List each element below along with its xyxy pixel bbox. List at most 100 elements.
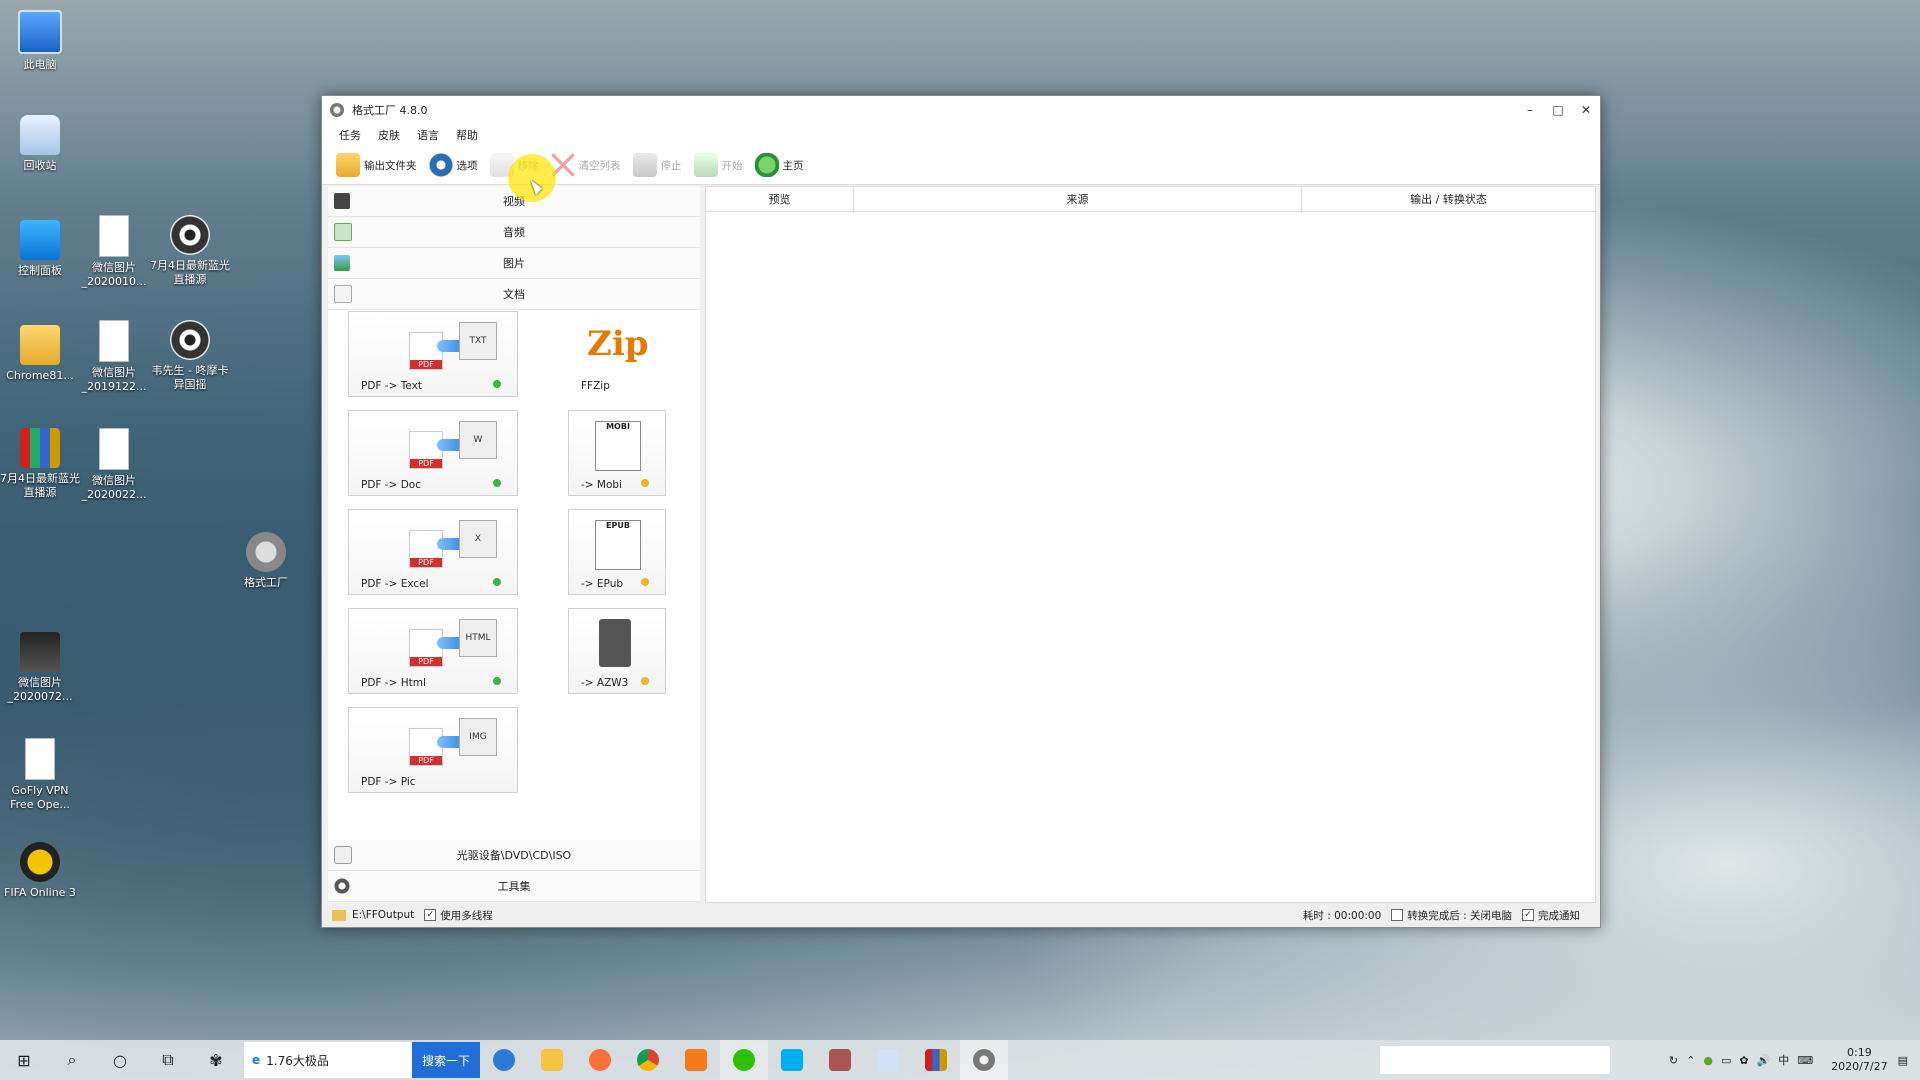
desktop-icon-wechat-image-4[interactable]: 微信图片_2020072... [0,632,80,704]
desktop-icon-bluray-source-2[interactable]: 7月4日最新蓝光直播源 [0,428,80,500]
format-factory-taskbar-icon[interactable] [960,1040,1009,1080]
desktop-icon-gofly-vpn[interactable]: GoFly VPN Free Ope... [0,738,80,812]
keyboard-icon[interactable]: ⌨ [1797,1054,1813,1067]
notify-label: 完成通知 [1538,909,1580,922]
cortana-icon[interactable]: ○ [96,1040,144,1080]
notify-checkbox[interactable]: ✓ [1522,909,1534,921]
edge-icon[interactable] [480,1040,528,1080]
category-picture[interactable]: 图片 [328,248,700,279]
tile-epub[interactable]: EPUB -> EPub [568,509,666,595]
menu-language[interactable]: 语言 [417,127,439,143]
clock[interactable]: 0:19 2020/7/27 [1831,1046,1887,1074]
after-convert-checkbox[interactable] [1391,909,1404,921]
desktop-icon-format-factory[interactable]: 格式工厂 [226,532,306,590]
tile-label: -> EPub [581,578,624,590]
output-path[interactable]: E:\FFOutput [352,909,414,921]
desktop-icon-label: 微信图片_2020010... [81,261,147,288]
address-input[interactable] [1380,1046,1610,1074]
game-icon[interactable] [816,1040,864,1080]
desktop-icon-label: 微信图片_2020022... [81,474,147,501]
file-icon [25,738,55,780]
tray-app-icon[interactable]: ✿ [1739,1054,1748,1067]
format-factory-window: 格式工厂 4.8.0 – □ ✕ 任务 皮肤 语言 帮助 输出文件夹 选项 移除… [321,95,1601,928]
task-list-panel[interactable]: 预览 来源 输出 / 转换状态 [705,186,1596,903]
maximize-button[interactable]: □ [1544,103,1572,117]
desktop-icon-music-file[interactable]: 韦先生 - 咚摩卡异国摇 [150,320,230,392]
tile-azw3[interactable]: -> AZW3 [568,608,666,694]
media-file-icon [170,320,210,360]
tile-label: PDF -> Doc [361,479,422,491]
search-icon[interactable]: ⌕ [48,1040,96,1080]
start-button[interactable]: 开始 [693,153,743,177]
task-view-icon[interactable]: ⧉ [144,1040,192,1080]
menu-help[interactable]: 帮助 [456,127,478,143]
close-button[interactable]: ✕ [1572,103,1600,117]
tile-pdf-to-doc[interactable]: W PDF -> Doc [348,410,518,496]
ime-indicator[interactable]: 中 [1778,1052,1789,1068]
refresh-icon[interactable]: ↻ [1669,1054,1678,1067]
desktop-icon-wechat-image-2[interactable]: 微信图片_2019122... [74,320,154,394]
menu-task[interactable]: 任务 [339,127,361,143]
options-button[interactable]: 选项 [428,153,478,177]
start-icon [693,153,718,177]
volume-icon[interactable]: 🔊 [1757,1054,1771,1067]
image-file-icon [99,320,129,362]
desktop-icon-wechat-image-3[interactable]: 微信图片_2020022... [74,428,154,502]
multithread-checkbox[interactable]: ✓ [424,909,437,921]
category-audio[interactable]: 音频 [328,217,700,248]
notification-icon[interactable]: ▤ [1898,1054,1908,1067]
tile-ffzip[interactable]: Zip FFZip [568,311,666,397]
security-icon[interactable]: ● [1703,1054,1713,1067]
clear-list-button[interactable]: 清空列表 [550,153,621,177]
firefox-icon[interactable] [576,1040,624,1080]
output-folder-button[interactable]: 输出文件夹 [336,153,417,177]
column-preview[interactable]: 预览 [706,187,854,211]
wechat-icon[interactable] [720,1040,769,1080]
app-icon[interactable] [672,1040,720,1080]
category-label: 光驱设备\DVD\CD\ISO [456,849,572,862]
tile-pdf-to-html[interactable]: HTML PDF -> Html [348,608,518,694]
tile-mobi[interactable]: MOBI -> Mobi [568,410,666,496]
chrome-icon[interactable] [624,1040,672,1080]
ie-address-box[interactable]: e 1.76大极品 [244,1042,412,1078]
category-document[interactable]: 文档 [328,279,700,310]
photo-thumbnail-icon [20,632,60,672]
tile-pdf-to-text[interactable]: TXT PDF -> Text [348,311,518,397]
epub-icon: EPUB [595,520,641,570]
menu-skin[interactable]: 皮肤 [378,127,400,143]
tile-pdf-to-excel[interactable]: X PDF -> Excel [348,509,518,595]
desktop-icon-fifa-online[interactable]: FIFA Online 3 [0,842,80,900]
file-explorer-icon[interactable] [528,1040,576,1080]
notepad-icon[interactable] [864,1040,912,1080]
category-dvd[interactable]: 光驱设备\DVD\CD\ISO [328,840,700,871]
archive-icon [20,428,60,468]
status-dot [641,677,649,685]
home-button[interactable]: 主页 [754,153,804,177]
desktop-icon-wechat-image-1[interactable]: 微信图片_2020010... [74,215,154,289]
skype-icon[interactable] [768,1040,816,1080]
stop-button[interactable]: 停止 [632,153,682,177]
status-bar: E:\FFOutput ✓ 使用多线程 耗时 : 00:00:00 转换完成后 … [322,903,1600,927]
start-label: 开始 [721,159,743,172]
winrar-icon[interactable] [912,1040,960,1080]
stop-label: 停止 [660,159,682,172]
folder-icon [336,153,360,177]
start-button[interactable]: ⊞ [0,1040,48,1080]
desktop-icon-chrome-folder[interactable]: Chrome81... [0,325,80,383]
column-output-status[interactable]: 输出 / 转换状态 [1302,187,1595,211]
desktop-icon-control-panel[interactable]: 控制面板 [0,220,80,278]
pinwheel-icon[interactable]: ✾ [192,1040,240,1080]
ie-icon: e [252,1053,261,1067]
search-button[interactable]: 搜索一下 [412,1042,481,1078]
desktop-icon-recycle-bin[interactable]: 回收站 [0,115,80,173]
tile-label: FFZip [581,380,610,392]
desktop-icon-this-pc[interactable]: 此电脑 [0,10,80,72]
network-icon[interactable]: ▭ [1721,1054,1731,1067]
minimize-button[interactable]: – [1516,103,1544,117]
column-source[interactable]: 来源 [854,187,1302,211]
desktop-icon-bluray-source-1[interactable]: 7月4日最新蓝光直播源 [150,215,230,287]
category-tools[interactable]: 工具集 [328,871,700,902]
folder-icon [20,325,60,365]
chevron-up-icon[interactable]: ⌃ [1686,1054,1695,1067]
tile-pdf-to-pic[interactable]: IMG PDF -> Pic [348,707,518,793]
